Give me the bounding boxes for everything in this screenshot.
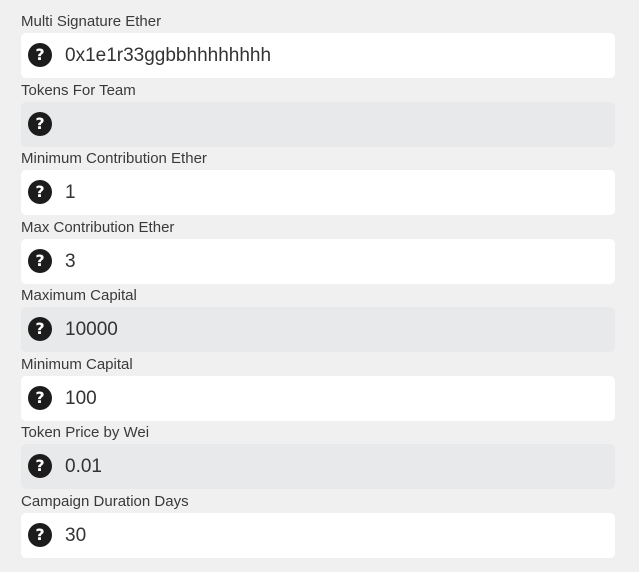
token-price-by-wei-input: ? 0.01 (21, 444, 615, 489)
field-value: 1 (65, 182, 76, 203)
field-maximum-capital: Maximum Capital ? 10000 (21, 285, 615, 354)
field-value: 30 (65, 524, 87, 546)
field-value: 10000 (65, 319, 118, 340)
question-circle-icon[interactable]: ? (28, 111, 52, 136)
question-circle-icon[interactable]: ? (28, 522, 52, 547)
field-value: 100 (65, 387, 97, 409)
campaign-settings-form: Multi Signature Ether ? 0x1e1r33ggbbhhhh… (21, 11, 615, 559)
maximum-capital-input: ? 10000 (21, 307, 615, 352)
tokens-for-team-input: ? (21, 101, 615, 147)
field-label: Tokens For Team (21, 81, 136, 99)
field-tokens-for-team: Tokens For Team ? (21, 80, 615, 149)
field-max-contribution-ether: Max Contribution Ether ? 3 (21, 217, 615, 286)
question-circle-icon[interactable]: ? (28, 317, 52, 341)
question-circle-icon[interactable]: ? (28, 180, 52, 204)
field-campaign-duration-days: Campaign Duration Days ? 30 (21, 491, 615, 560)
minimum-capital-input[interactable]: ? 100 (21, 375, 615, 421)
field-value: 0x1e1r33ggbbhhhhhhhh (65, 45, 272, 66)
campaign-duration-days-input[interactable]: ? 30 (21, 512, 615, 558)
field-minimum-contribution-ether: Minimum Contribution Ether ? 1 (21, 148, 615, 217)
field-label: Maximum Capital (21, 287, 137, 304)
field-minimum-capital: Minimum Capital ? 100 (21, 354, 615, 423)
field-token-price-by-wei: Token Price by Wei ? 0.01 (21, 422, 615, 491)
max-contribution-ether-input[interactable]: ? 3 (21, 238, 615, 284)
question-circle-icon[interactable]: ? (28, 43, 52, 67)
question-circle-icon[interactable]: ? (28, 248, 52, 273)
field-label: Minimum Contribution Ether (21, 150, 207, 167)
field-label: Campaign Duration Days (21, 492, 189, 510)
field-value: 3 (65, 250, 76, 272)
field-value: 0.01 (65, 456, 102, 477)
field-label: Minimum Capital (21, 355, 133, 373)
question-circle-icon[interactable]: ? (28, 385, 52, 410)
field-multi-signature-ether: Multi Signature Ether ? 0x1e1r33ggbbhhhh… (21, 11, 615, 80)
question-circle-icon[interactable]: ? (28, 454, 52, 478)
field-label: Token Price by Wei (21, 424, 150, 441)
multi-signature-ether-input[interactable]: ? 0x1e1r33ggbbhhhhhhhh (21, 33, 615, 78)
field-label: Max Contribution Ether (21, 218, 175, 236)
field-label: Multi Signature Ether (21, 13, 162, 30)
minimum-contribution-ether-input[interactable]: ? 1 (21, 170, 615, 215)
